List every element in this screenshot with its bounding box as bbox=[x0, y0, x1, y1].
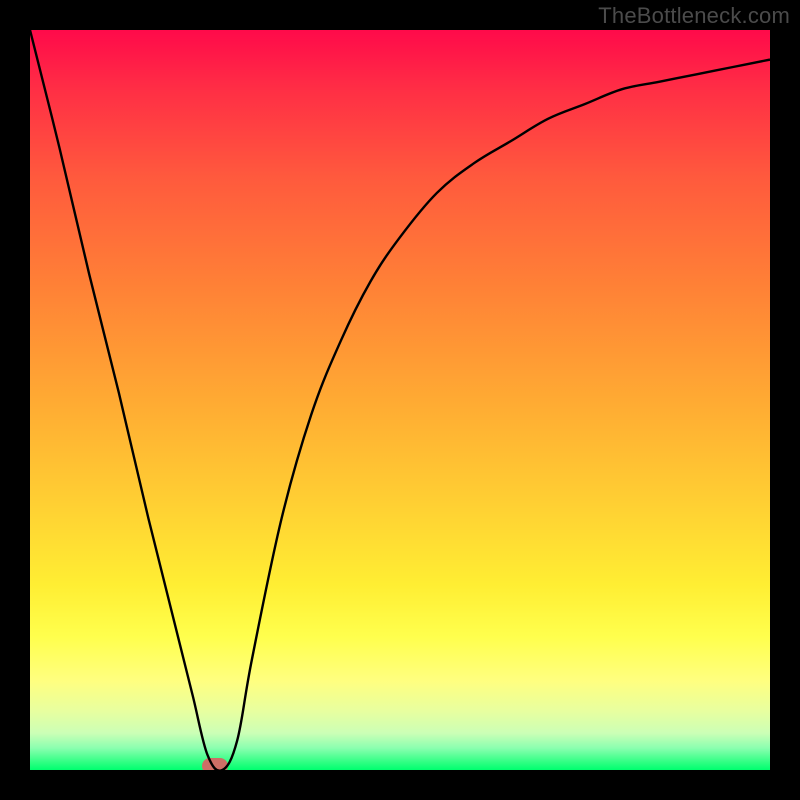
chart-line-curve bbox=[30, 30, 770, 770]
chart-plot-area bbox=[30, 30, 770, 770]
chart-line-path bbox=[30, 30, 770, 770]
chart-frame: TheBottleneck.com bbox=[0, 0, 800, 800]
watermark-label: TheBottleneck.com bbox=[598, 3, 790, 29]
